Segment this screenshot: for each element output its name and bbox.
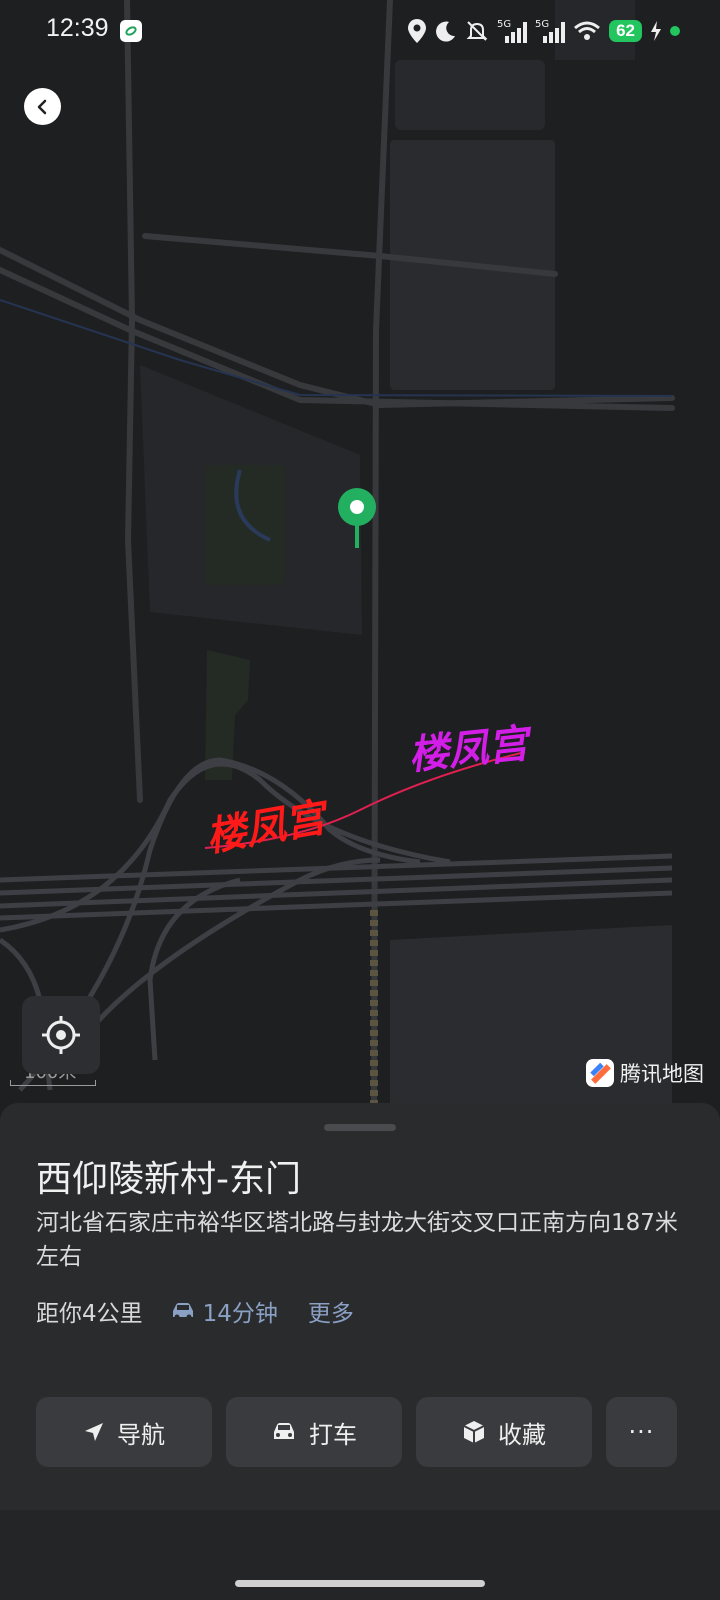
place-info-sheet: 西仰陵新村-东门 河北省石家庄市裕华区塔北路与封龙大街交叉口正南方向187米左右… bbox=[0, 1103, 720, 1510]
ramp bbox=[147, 877, 241, 1061]
road bbox=[371, 0, 393, 1105]
place-address: 河北省石家庄市裕华区塔北路与封龙大街交叉口正南方向187米左右 bbox=[36, 1210, 678, 1270]
more-dots-icon: ··· bbox=[628, 1418, 655, 1446]
home-indicator[interactable] bbox=[235, 1580, 485, 1587]
road bbox=[0, 247, 675, 409]
signal-5g-icon: 5G bbox=[497, 19, 528, 43]
brand-text: 腾讯地图 bbox=[620, 1062, 704, 1086]
action-bar: 导航 打车 收藏 ··· bbox=[36, 1397, 677, 1467]
navigation-arrow-icon bbox=[85, 1423, 103, 1441]
svg-text:5G: 5G bbox=[497, 19, 511, 30]
chevron-left-icon bbox=[37, 99, 46, 114]
sheet-drag-handle[interactable] bbox=[324, 1124, 396, 1131]
road bbox=[124, 0, 143, 803]
distance-text: 距你4公里 bbox=[36, 1301, 143, 1327]
favorite-label: 收藏 bbox=[498, 1420, 546, 1449]
status-icons: 5G 5G 62 bbox=[407, 18, 680, 44]
highway bbox=[0, 877, 673, 909]
wifi-icon bbox=[574, 21, 601, 40]
park-area bbox=[205, 465, 285, 585]
car-icon bbox=[172, 1303, 193, 1320]
road bbox=[0, 267, 675, 411]
back-button[interactable] bbox=[24, 88, 61, 125]
drive-time[interactable]: 14分钟 bbox=[171, 1294, 278, 1328]
navigate-button[interactable]: 导航 bbox=[36, 1397, 212, 1467]
status-time: 12:39 bbox=[46, 14, 109, 42]
status-bar: 12:39 5G 5G 62 bbox=[0, 0, 720, 64]
bell-off-icon bbox=[466, 21, 488, 41]
tencent-map-logo-icon bbox=[586, 1059, 614, 1087]
drive-time-text: 14分钟 bbox=[202, 1301, 278, 1327]
charging-icon bbox=[651, 21, 661, 41]
more-link[interactable]: 更多 bbox=[308, 1294, 354, 1328]
battery-icon: 62 bbox=[609, 20, 642, 42]
box-icon bbox=[463, 1421, 485, 1443]
place-meta: 距你4公里 14分钟 更多 bbox=[36, 1294, 354, 1328]
signal-5g-icon: 5G bbox=[535, 19, 566, 43]
crosshair-icon bbox=[42, 1016, 80, 1054]
svg-text:5G: 5G bbox=[535, 19, 549, 30]
favorite-button[interactable]: 收藏 bbox=[416, 1397, 592, 1467]
map-canvas bbox=[0, 0, 675, 1105]
taxi-icon bbox=[274, 1423, 294, 1439]
map-brand: 腾讯地图 bbox=[586, 1058, 704, 1088]
place-title: 西仰陵新村-东门 bbox=[36, 1159, 301, 1200]
privacy-dot-icon bbox=[670, 26, 680, 36]
taxi-label: 打车 bbox=[309, 1420, 357, 1449]
map-block bbox=[395, 60, 545, 130]
scale-line bbox=[10, 1080, 96, 1086]
app-notification-icon bbox=[120, 20, 142, 42]
navigate-label: 导航 bbox=[117, 1420, 165, 1449]
more-options-button[interactable]: ··· bbox=[606, 1397, 677, 1467]
location-icon bbox=[408, 19, 427, 43]
moon-icon bbox=[436, 21, 456, 42]
highway bbox=[0, 890, 673, 921]
taxi-button[interactable]: 打车 bbox=[226, 1397, 402, 1467]
my-location-button[interactable] bbox=[22, 996, 100, 1074]
map-view[interactable]: 楼凤宫 楼凤宫 bbox=[0, 0, 720, 1105]
